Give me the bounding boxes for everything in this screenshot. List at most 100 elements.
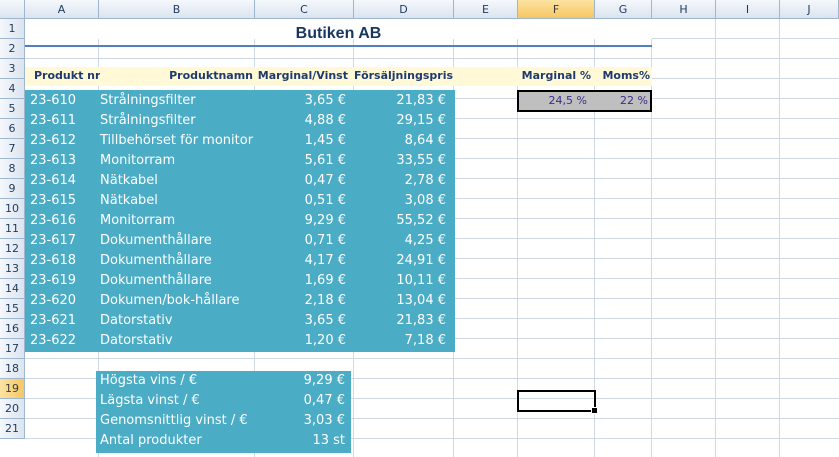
row-header-13[interactable]: 13 [0,259,25,279]
product-nr-cell[interactable]: 23-622 [26,331,99,351]
margin-cell[interactable]: 4,17 € [255,251,354,271]
vat-pct-value[interactable]: 22 % [595,91,652,111]
product-nr-cell[interactable]: 23-613 [26,151,99,171]
header-margin-pct[interactable]: Marginal % [518,66,595,86]
price-cell[interactable]: 8,64 € [354,131,454,151]
row-header-14[interactable]: 14 [0,279,25,299]
product-nr-cell[interactable]: 23-619 [26,271,99,291]
margin-cell[interactable]: 5,61 € [255,151,354,171]
price-cell[interactable]: 21,83 € [354,91,454,111]
product-nr-cell[interactable]: 23-612 [26,131,99,151]
margin-cell[interactable]: 3,65 € [255,91,354,111]
product-nr-cell[interactable]: 23-620 [26,291,99,311]
margin-cell[interactable]: 2,18 € [255,291,354,311]
product-name-cell[interactable]: Strålningsfilter [96,111,254,131]
row-header-1[interactable]: 1 [0,19,25,39]
product-nr-cell[interactable]: 23-614 [26,171,99,191]
product-name-cell[interactable]: Dokumenthållare [96,231,254,251]
row-header-19[interactable]: 19 [0,379,25,399]
product-name-cell[interactable]: Dokumenthållare [96,271,254,291]
header-vat-pct[interactable]: Moms% [595,66,652,86]
product-nr-cell[interactable]: 23-615 [26,191,99,211]
product-nr-cell[interactable]: 23-621 [26,311,99,331]
summary-label[interactable]: Genomsnittlig vinst / € [96,411,254,431]
margin-cell[interactable]: 3,65 € [255,311,354,331]
product-nr-cell[interactable]: 23-616 [26,211,99,231]
row-header-2[interactable]: 2 [0,39,25,59]
product-name-cell[interactable]: Dokumen/bok-hållare [96,291,254,311]
product-name-cell[interactable]: Monitorram [96,151,254,171]
product-name-cell[interactable]: Dokumenthållare [96,251,254,271]
margin-cell[interactable]: 1,20 € [255,331,354,351]
column-header-a[interactable]: A [25,0,99,19]
price-cell[interactable]: 2,78 € [354,171,454,191]
price-cell[interactable]: 29,15 € [354,111,454,131]
column-header-e[interactable]: E [454,0,518,19]
margin-cell[interactable]: 1,45 € [255,131,354,151]
header-product-name[interactable]: Produktnamn [99,66,255,86]
margin-cell[interactable]: 9,29 € [255,211,354,231]
row-header-6[interactable]: 6 [0,119,25,139]
row-header-7[interactable]: 7 [0,139,25,159]
fill-handle[interactable] [591,407,598,414]
row-header-21[interactable]: 21 [0,419,25,439]
product-name-cell[interactable]: Datorstativ [96,331,254,351]
row-header-4[interactable]: 4 [0,79,25,99]
summary-value[interactable]: 13 st [255,431,351,451]
column-header-b[interactable]: B [99,0,255,19]
row-header-16[interactable]: 16 [0,319,25,339]
header-sales-price[interactable]: Försäljningspris [354,66,454,86]
product-name-cell[interactable]: Monitorram [96,211,254,231]
price-cell[interactable]: 3,08 € [354,191,454,211]
product-name-cell[interactable]: Nätkabel [96,171,254,191]
row-header-10[interactable]: 10 [0,199,25,219]
summary-value[interactable]: 0,47 € [255,391,351,411]
row-header-9[interactable]: 9 [0,179,25,199]
column-header-g[interactable]: G [595,0,652,19]
column-header-j[interactable]: J [780,0,839,19]
column-header-f[interactable]: F [518,0,595,19]
column-header-d[interactable]: D [354,0,454,19]
row-header-11[interactable]: 11 [0,219,25,239]
row-header-3[interactable]: 3 [0,59,25,79]
margin-pct-value[interactable]: 24,5 % [518,91,595,111]
header-margin-profit[interactable]: Marginal/Vinst [255,66,354,86]
summary-value[interactable]: 3,03 € [255,411,351,431]
summary-label[interactable]: Lägsta vinst / € [96,391,254,411]
column-header-h[interactable]: H [652,0,716,19]
margin-cell[interactable]: 1,69 € [255,271,354,291]
price-cell[interactable]: 7,18 € [354,331,454,351]
row-header-15[interactable]: 15 [0,299,25,319]
row-header-17[interactable]: 17 [0,339,25,359]
price-cell[interactable]: 21,83 € [354,311,454,331]
price-cell[interactable]: 55,52 € [354,211,454,231]
price-cell[interactable]: 33,55 € [354,151,454,171]
summary-value[interactable]: 9,29 € [255,371,351,391]
product-nr-cell[interactable]: 23-611 [26,111,99,131]
sheet-title[interactable]: Butiken AB [25,19,652,45]
summary-label[interactable]: Antal produkter [96,431,254,451]
margin-cell[interactable]: 0,51 € [255,191,354,211]
select-all-corner[interactable] [0,0,25,19]
product-nr-cell[interactable]: 23-610 [26,91,99,111]
row-header-8[interactable]: 8 [0,159,25,179]
product-name-cell[interactable]: Datorstativ [96,311,254,331]
active-cell-f19[interactable] [517,390,596,412]
product-name-cell[interactable]: Nätkabel [96,191,254,211]
product-name-cell[interactable]: Strålningsfilter [96,91,254,111]
price-cell[interactable]: 24,91 € [354,251,454,271]
row-header-5[interactable]: 5 [0,99,25,119]
margin-cell[interactable]: 0,71 € [255,231,354,251]
column-header-c[interactable]: C [255,0,354,19]
price-cell[interactable]: 4,25 € [354,231,454,251]
margin-cell[interactable]: 4,88 € [255,111,354,131]
summary-label[interactable]: Högsta vins / € [96,371,254,391]
row-header-18[interactable]: 18 [0,359,25,379]
product-name-cell[interactable]: Tillbehörset för monitor [96,131,254,151]
header-product-nr[interactable]: Produkt nr [30,66,100,86]
row-header-12[interactable]: 12 [0,239,25,259]
product-nr-cell[interactable]: 23-617 [26,231,99,251]
price-cell[interactable]: 13,04 € [354,291,454,311]
column-header-i[interactable]: I [716,0,780,19]
product-nr-cell[interactable]: 23-618 [26,251,99,271]
